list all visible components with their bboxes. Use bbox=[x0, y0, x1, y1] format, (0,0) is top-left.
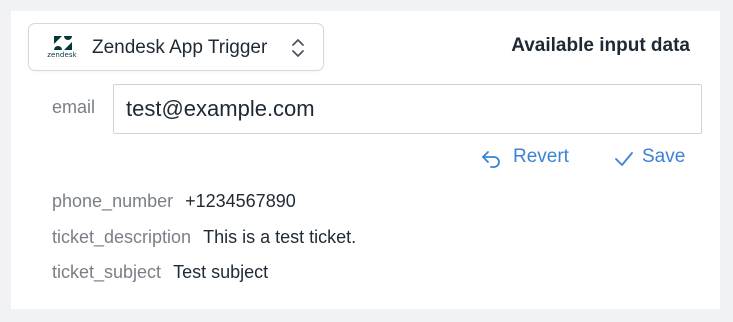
app-trigger-select[interactable]: zendesk Zendesk App Trigger bbox=[28, 23, 324, 71]
app-trigger-label: Zendesk App Trigger bbox=[92, 37, 268, 58]
revert-button[interactable]: Revert bbox=[481, 146, 573, 170]
revert-label: Revert bbox=[513, 146, 569, 167]
data-field-row: phone_number +1234567890 bbox=[52, 191, 296, 212]
checkmark-icon bbox=[615, 152, 633, 166]
field-value: Test subject bbox=[173, 262, 269, 282]
zendesk-logo-text: zendesk bbox=[47, 51, 77, 59]
field-value: +1234567890 bbox=[185, 191, 296, 211]
data-field-row: ticket_description This is a test ticket. bbox=[52, 227, 356, 248]
zendesk-logo: zendesk bbox=[41, 33, 83, 63]
chevron-up-down-icon bbox=[292, 39, 304, 57]
zendesk-logo-icon bbox=[54, 36, 72, 50]
panel-title: Available input data bbox=[511, 35, 690, 56]
field-name: phone_number bbox=[52, 191, 174, 211]
data-field-row: ticket_subject Test subject bbox=[52, 262, 268, 283]
field-value: This is a test ticket. bbox=[203, 227, 357, 247]
field-name: ticket_description bbox=[52, 227, 192, 247]
field-name: ticket_subject bbox=[52, 262, 162, 282]
save-label: Save bbox=[642, 146, 686, 167]
email-label: email bbox=[52, 97, 96, 117]
input-data-card: zendesk Zendesk App Trigger Available in… bbox=[11, 11, 720, 309]
save-button[interactable]: Save bbox=[614, 146, 689, 170]
email-input[interactable] bbox=[113, 84, 702, 134]
undo-icon bbox=[482, 151, 500, 168]
